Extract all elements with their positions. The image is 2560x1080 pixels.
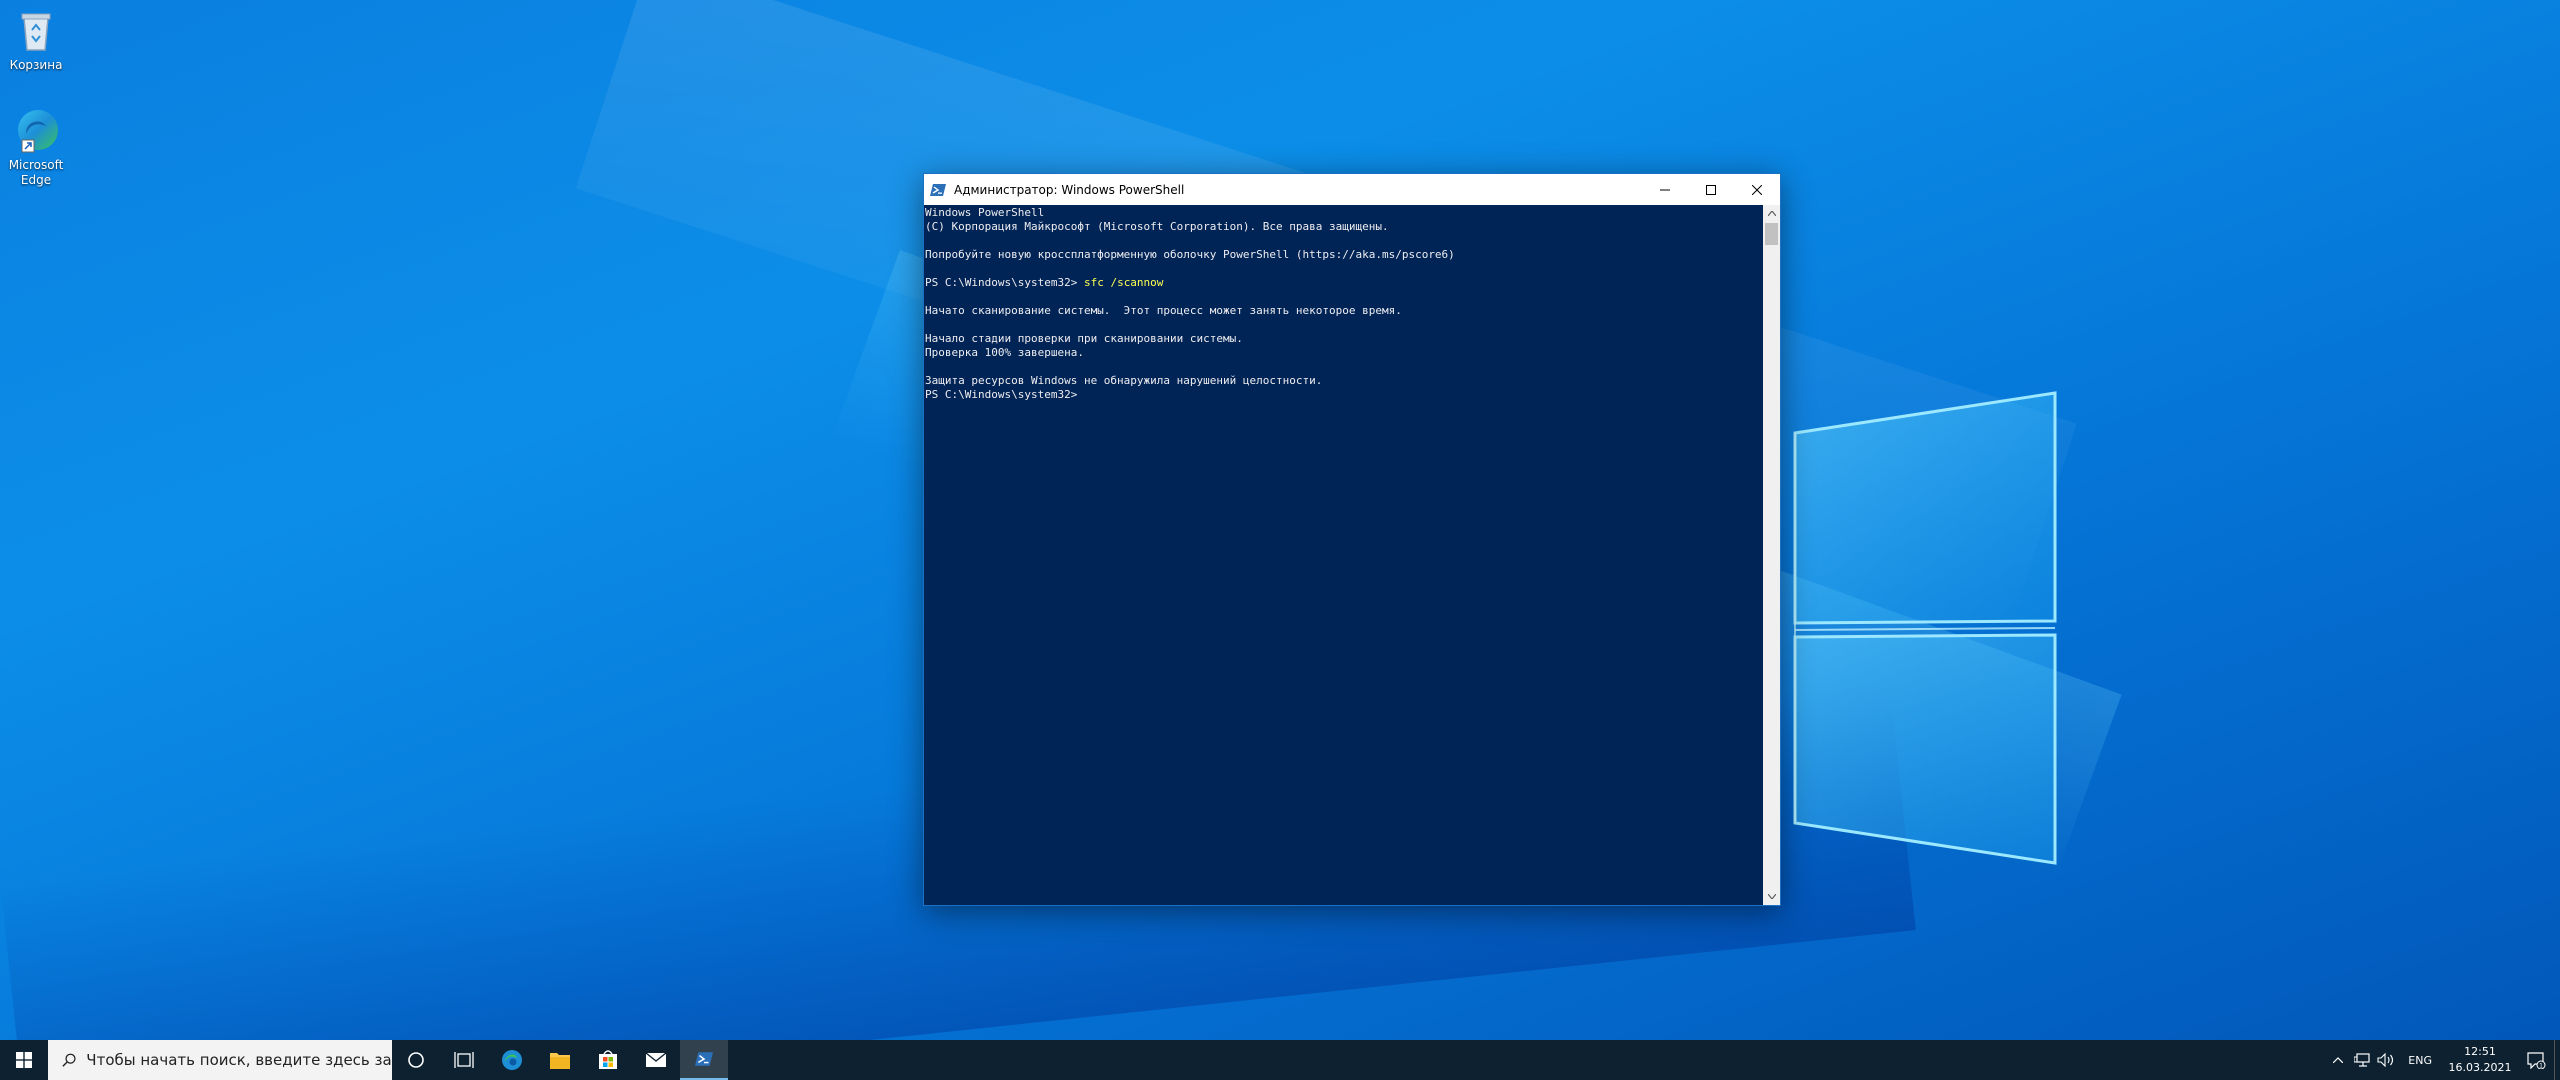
taskbar-search-box[interactable]: Чтобы начать поиск, введите здесь запрос: [48, 1040, 392, 1080]
console-line: Начато сканирование системы. Этот процес…: [925, 304, 1402, 317]
close-button[interactable]: [1734, 174, 1780, 205]
chevron-up-icon: [2333, 1057, 2344, 1063]
powershell-icon: [695, 1052, 713, 1066]
taskbar-app-store[interactable]: [584, 1040, 632, 1080]
clock[interactable]: 12:51 16.03.2021: [2442, 1044, 2518, 1076]
mail-icon: [645, 1052, 667, 1067]
maximize-icon: [1706, 184, 1716, 195]
taskbar-app-file-explorer[interactable]: [536, 1040, 584, 1080]
taskbar-app-edge[interactable]: [488, 1040, 536, 1080]
console-line: Защита ресурсов Windows не обнаружила на…: [925, 374, 1323, 387]
desktop-icon-label: Корзина: [9, 58, 63, 72]
taskbar-app-mail[interactable]: [632, 1040, 680, 1080]
console-line: PS C:\Windows\system32>: [925, 388, 1078, 401]
console-output[interactable]: Windows PowerShell (C) Корпорация Майкрос…: [924, 205, 1763, 905]
search-icon: [62, 1053, 76, 1067]
vertical-scrollbar[interactable]: [1763, 205, 1780, 905]
console-prompt: PS C:\Windows\system32>: [925, 276, 1084, 289]
show-desktop-button[interactable]: [2554, 1040, 2560, 1080]
network-icon: [2354, 1053, 2370, 1067]
desktop-icon-microsoft-edge[interactable]: Microsoft Edge: [0, 106, 72, 188]
task-view-icon: [454, 1052, 474, 1068]
scrollbar-thumb[interactable]: [1765, 223, 1778, 245]
store-icon: [599, 1050, 617, 1069]
windows-logo-wallpaper: [1793, 391, 2057, 865]
start-button[interactable]: [0, 1040, 48, 1080]
taskbar-app-powershell[interactable]: [680, 1040, 728, 1080]
window-controls: [1642, 174, 1780, 205]
clock-date: 16.03.2021: [2448, 1061, 2512, 1074]
minimize-button[interactable]: [1642, 174, 1688, 205]
windows-start-icon: [16, 1052, 32, 1068]
console-command: sfc /scannow: [1083, 276, 1164, 289]
folder-icon: [550, 1053, 570, 1069]
show-hidden-icons-button[interactable]: [2326, 1040, 2350, 1080]
action-center-button[interactable]: 1: [2518, 1040, 2554, 1080]
minimize-icon: [1660, 189, 1670, 190]
powershell-icon: [930, 182, 946, 198]
console-line: Попробуйте новую кроссплатформенную обол…: [925, 248, 1455, 261]
clock-time: 12:51: [2464, 1045, 2496, 1058]
task-view-button[interactable]: [440, 1040, 488, 1080]
close-icon: [1752, 184, 1762, 195]
powershell-window[interactable]: Администратор: Windows PowerShell Window…: [923, 173, 1781, 906]
taskbar: Чтобы начать поиск, введите здесь запрос: [0, 1040, 2560, 1080]
edge-icon: [502, 1050, 522, 1070]
desktop-icon-recycle-bin[interactable]: Корзина: [0, 6, 72, 73]
desktop: Корзина Microsoft Edge Администратор: Wi…: [0, 0, 2560, 1040]
system-tray: ENG 12:51 16.03.2021 1: [2326, 1040, 2560, 1080]
console-line: Начало стадии проверки при сканировании …: [925, 332, 1243, 345]
recycle-bin-icon: [12, 6, 60, 54]
notification-icon: 1: [2527, 1052, 2546, 1070]
network-button[interactable]: [2350, 1040, 2374, 1080]
scroll-up-button[interactable]: [1763, 205, 1780, 222]
input-language-indicator[interactable]: ENG: [2398, 1054, 2442, 1067]
maximize-button[interactable]: [1688, 174, 1734, 205]
edge-icon: [12, 106, 60, 154]
window-title: Администратор: Windows PowerShell: [954, 182, 1185, 197]
desktop-icon-label: Microsoft Edge: [8, 158, 64, 187]
console-line: (C) Корпорация Майкрософт (Microsoft Cor…: [925, 220, 1389, 233]
speaker-icon: [2377, 1053, 2394, 1067]
cortana-button[interactable]: [392, 1040, 440, 1080]
window-titlebar[interactable]: Администратор: Windows PowerShell: [924, 174, 1780, 205]
console-line: Windows PowerShell: [925, 206, 1045, 219]
cortana-icon: [408, 1052, 424, 1068]
chevron-up-icon: [1767, 211, 1776, 216]
console-line: Проверка 100% завершена.: [925, 346, 1084, 359]
volume-button[interactable]: [2374, 1040, 2398, 1080]
search-placeholder: Чтобы начать поиск, введите здесь запрос: [86, 1051, 392, 1069]
chevron-down-icon: [1767, 894, 1776, 899]
notification-count: 1: [2539, 1063, 2543, 1070]
scroll-down-button[interactable]: [1763, 888, 1780, 905]
console-line: PS C:\Windows\system32> sfc /scannow: [925, 276, 1762, 290]
